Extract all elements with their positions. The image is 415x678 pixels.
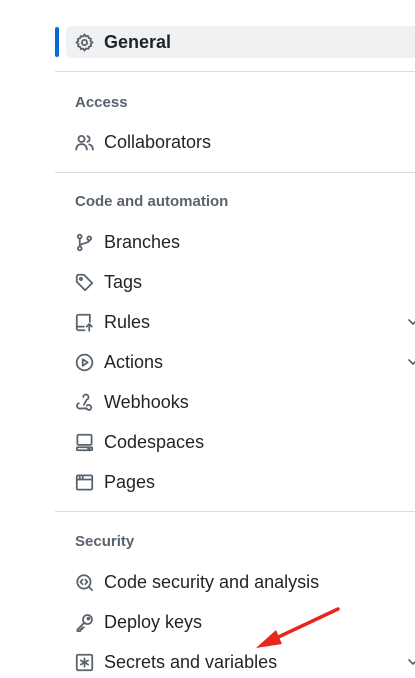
sidebar-item-label: Collaborators <box>104 132 212 152</box>
gear-icon <box>74 32 94 52</box>
play-icon <box>74 352 94 372</box>
sidebar-item-secrets-and-variables[interactable]: Secrets and variables <box>66 646 415 678</box>
sidebar-item-label: Deploy keys <box>104 612 203 632</box>
codescan-icon <box>74 572 94 592</box>
asterisk-icon <box>74 652 94 672</box>
divider <box>55 172 415 173</box>
sidebar-item-label: Codespaces <box>104 432 205 452</box>
chevron-down-icon[interactable] <box>406 355 415 369</box>
sidebar-item-pages[interactable]: Pages <box>66 466 415 498</box>
sidebar-item-label: Code security and analysis <box>104 572 320 592</box>
browser-icon <box>74 472 94 492</box>
sidebar-item-label: Tags <box>104 272 143 292</box>
sidebar-item-codespaces[interactable]: Codespaces <box>66 426 415 458</box>
sidebar-item-deploy-keys[interactable]: Deploy keys <box>66 606 415 638</box>
sidebar-item-label: Branches <box>104 232 181 252</box>
sidebar-item-actions[interactable]: Actions <box>66 346 415 378</box>
sidebar-item-label: Actions <box>104 352 164 372</box>
sidebar-item-label: Rules <box>104 312 151 332</box>
sidebar-item-tags[interactable]: Tags <box>66 266 415 298</box>
chevron-down-icon[interactable] <box>406 315 415 329</box>
annotation-arrow <box>256 607 340 648</box>
codespaces-icon <box>74 432 94 452</box>
sidebar-item-branches[interactable]: Branches <box>66 226 415 258</box>
git-branch-icon <box>74 232 94 252</box>
settings-sidebar-nav: General Access Collaborators Code and au… <box>0 0 415 678</box>
sidebar-item-label: Pages <box>104 472 156 492</box>
sidebar-item-code-security[interactable]: Code security and analysis <box>66 566 415 598</box>
key-icon <box>74 612 94 632</box>
people-icon <box>74 132 94 152</box>
section-heading-security: Security <box>75 533 135 550</box>
active-indicator <box>55 27 59 57</box>
section-heading-access: Access <box>75 94 128 111</box>
sidebar-item-rules[interactable]: Rules <box>66 306 415 338</box>
sidebar-item-label: Webhooks <box>104 392 189 412</box>
sidebar-item-label: General <box>104 32 172 52</box>
repo-push-icon <box>74 312 94 332</box>
divider <box>55 71 415 72</box>
sidebar-item-collaborators[interactable]: Collaborators <box>66 126 415 158</box>
sidebar-item-webhooks[interactable]: Webhooks <box>66 386 415 418</box>
divider <box>55 511 415 512</box>
chevron-down-icon[interactable] <box>406 655 415 669</box>
tag-icon <box>74 272 94 292</box>
sidebar-item-general[interactable]: General <box>66 26 415 58</box>
section-heading-code-and-automation: Code and automation <box>75 193 229 210</box>
webhook-icon <box>74 392 94 412</box>
